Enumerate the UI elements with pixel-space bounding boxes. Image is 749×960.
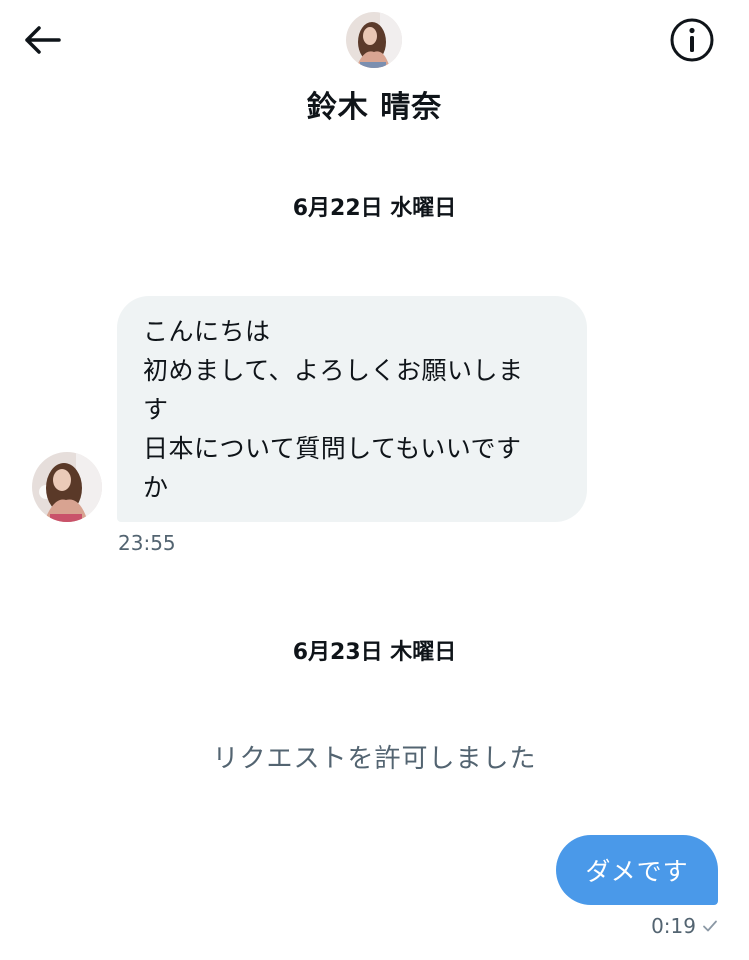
sent-message-bubble[interactable]: ダメです [556,835,718,905]
date-separator: 6月23日 木曜日 [292,640,457,665]
sent-message-time: 0:19 [651,914,696,938]
received-message-bubble[interactable]: こんにちは 初めまして、よろしくお願いしま す 日本について質問してもいいです … [117,296,587,522]
request-accepted-notice: リクエストを許可しました [212,744,537,774]
sent-message-meta: 0:19 [651,914,718,938]
info-circle-icon [670,18,714,62]
date-separator: 6月22日 水曜日 [292,196,457,221]
info-button[interactable] [666,16,718,64]
sent-message-text: ダメです [585,857,689,886]
header-avatar[interactable] [346,12,402,68]
check-icon [702,919,718,933]
contact-name: 鈴木 晴奈 [306,90,443,125]
dm-conversation-screen: 鈴木 晴奈 6月22日 水曜日 こんにちは 初めまして、よろしくお願いしま す … [0,0,749,960]
arrow-left-icon [25,26,61,54]
sender-avatar[interactable] [32,452,102,522]
back-button[interactable] [18,18,66,62]
received-message-time: 23:55 [118,531,176,555]
